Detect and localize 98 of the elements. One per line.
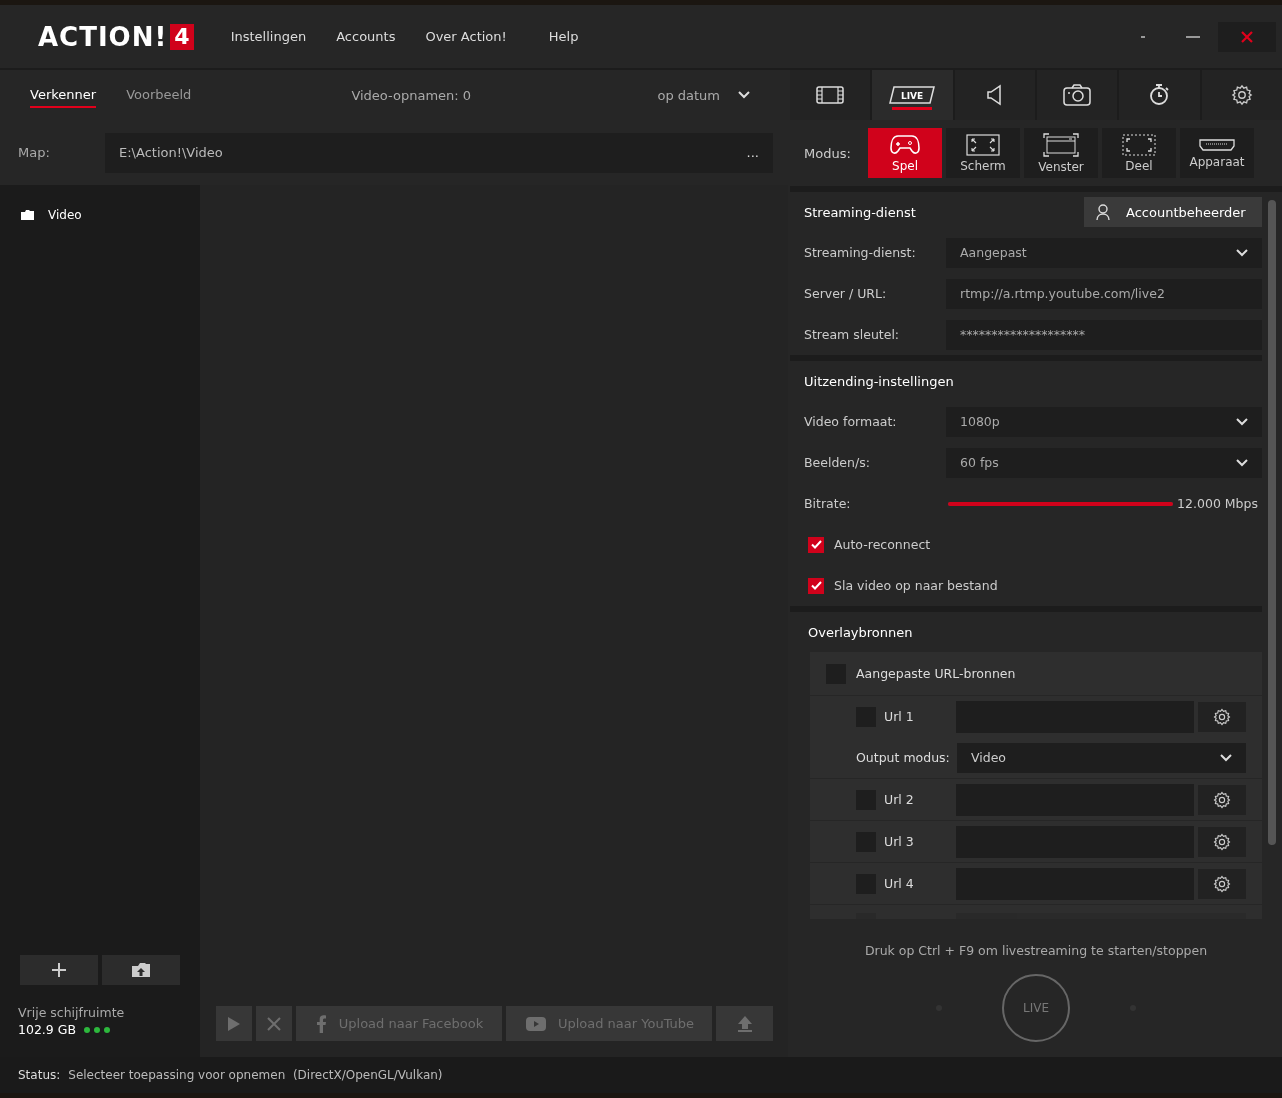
camera-icon — [1063, 83, 1092, 106]
hdmi-port-icon — [1199, 137, 1235, 152]
add-button[interactable] — [20, 955, 98, 985]
chevron-down-icon — [1220, 753, 1232, 762]
checkbox-label: Aangepaste URL-bronnen — [856, 666, 1016, 681]
folder-label: Map: — [18, 145, 51, 160]
folder-icon — [21, 210, 34, 220]
panel-tab[interactable] — [954, 70, 1035, 120]
dropdown[interactable]: Aangepast — [946, 237, 1262, 268]
panel-tab[interactable] — [1037, 70, 1118, 120]
checkbox[interactable] — [808, 536, 824, 553]
stopwatch-icon — [1148, 83, 1171, 106]
field-label: Streaming-dienst: — [804, 245, 917, 260]
video-play-icon — [526, 1016, 546, 1031]
live-badge-icon: LIVE — [889, 85, 936, 104]
status-text: Selecteer toepassing voor opnemen (DirectX/OpenGL/Vulkan) — [68, 1068, 443, 1082]
mode-button[interactable]: Apparaat — [1180, 128, 1254, 178]
menu-item[interactable]: Over Action! — [410, 29, 522, 44]
section-title: Streaming-dienst — [804, 204, 916, 220]
menu-item[interactable]: Accounts — [321, 29, 411, 44]
mode-label: Modus: — [804, 145, 852, 161]
dashed-region-icon — [1122, 133, 1156, 156]
scrollbar-thumb[interactable] — [1268, 200, 1276, 845]
field-label: Output modus: — [856, 750, 951, 765]
mode-button[interactable]: Venster — [1024, 128, 1098, 178]
app-logo-badge: 4 — [170, 23, 194, 50]
film-icon — [816, 84, 845, 105]
checkmark-icon — [810, 581, 822, 590]
chevron-down-icon — [1236, 458, 1248, 467]
settings-button[interactable] — [1198, 868, 1246, 899]
folder-path-field[interactable]: E:\Action!\Video ... — [105, 132, 773, 173]
chevron-down-icon — [1236, 417, 1248, 426]
hotkey-hint: Druk op Ctrl + F9 om livestreaming te starten/stoppen — [864, 943, 1208, 958]
user-icon — [1096, 204, 1110, 220]
checkmark-icon — [810, 540, 822, 549]
menu-item[interactable]: Instellingen — [215, 29, 322, 44]
settings-button[interactable] — [1198, 826, 1246, 857]
settings-button[interactable] — [1198, 701, 1246, 732]
input-field[interactable]: rtmp://a.rtmp.youtube.com/live2 — [946, 278, 1262, 309]
field-label: Video formaat: — [804, 414, 898, 429]
settings-icon — [1213, 707, 1231, 726]
panel-tab[interactable]: LIVE — [872, 70, 953, 120]
mode-button[interactable]: Spel — [868, 128, 942, 178]
recording-count: Video-opnamen: 0 — [351, 87, 472, 103]
close-icon — [267, 1016, 281, 1031]
settings-icon — [1213, 874, 1231, 893]
close-button[interactable] — [1218, 21, 1276, 52]
field-label: Stream sleutel: — [804, 327, 901, 342]
dropdown[interactable]: 1080p — [946, 406, 1262, 437]
free-space-label: Vrije schijfruimte — [18, 1005, 126, 1020]
settings-button[interactable] — [1198, 784, 1246, 815]
window-frame-icon — [1043, 132, 1079, 157]
settings-icon — [1213, 832, 1231, 851]
open-folder-button[interactable] — [102, 955, 180, 985]
checkbox-label: Auto-reconnect — [834, 537, 931, 552]
speaker-icon — [986, 83, 1003, 106]
settings-icon — [1230, 83, 1253, 106]
play-icon — [228, 1016, 240, 1031]
free-space-value: 102.9 GB — [18, 1022, 77, 1037]
input-field[interactable]: ******************** — [946, 319, 1262, 350]
section-title: Uitzending-instellingen — [804, 373, 954, 389]
field-label: Bitrate: — [804, 496, 852, 511]
checkbox-label: Sla video op naar bestand — [834, 578, 998, 593]
folder-item[interactable]: Video — [0, 205, 200, 225]
chevron-down-icon — [738, 91, 750, 99]
panel-tab[interactable] — [1119, 70, 1200, 120]
checkbox-label: Url 1 — [884, 709, 914, 724]
dropdown[interactable]: 60 fps — [946, 447, 1262, 478]
dash-icon — [1186, 35, 1200, 38]
menu-item[interactable]: Help — [533, 29, 594, 44]
mode-button[interactable]: Deel — [1102, 128, 1176, 178]
upload-arrow-icon — [737, 1015, 752, 1032]
field-label: Server / URL: — [804, 286, 888, 301]
settings-icon — [1213, 790, 1231, 809]
checkbox-label: Url 4 — [884, 876, 914, 891]
tab[interactable]: Voorbeeld — [126, 82, 192, 108]
account-manager-button[interactable]: Accountbeheerder — [1084, 197, 1262, 227]
plus-icon — [52, 963, 66, 977]
slider-value: 12.000 Mbps — [1177, 496, 1258, 511]
chevron-down-icon — [1236, 248, 1248, 257]
gamepad-icon — [890, 133, 920, 156]
sort-dropdown[interactable]: op datum — [651, 86, 756, 104]
facebook-icon — [316, 1014, 326, 1033]
checkbox-label: Url 2 — [884, 792, 914, 807]
disk-status-icon — [84, 1026, 111, 1033]
field-label: Beelden/s: — [804, 455, 871, 470]
close-icon — [1241, 30, 1253, 43]
tab[interactable]: Verkenner — [30, 82, 97, 108]
panel-tab[interactable] — [1201, 70, 1282, 120]
app-logo-text: ACTION! — [38, 21, 168, 52]
checkbox-label: Url 3 — [884, 834, 914, 849]
status-label: Status: — [18, 1068, 61, 1082]
folder-upload-icon — [132, 963, 150, 977]
fullscreen-icon — [966, 133, 1000, 156]
dropdown[interactable]: Video — [957, 742, 1246, 773]
checkbox[interactable] — [808, 577, 824, 594]
section-title: Overlaybronnen — [808, 623, 914, 642]
mode-button[interactable]: Scherm — [946, 128, 1020, 178]
